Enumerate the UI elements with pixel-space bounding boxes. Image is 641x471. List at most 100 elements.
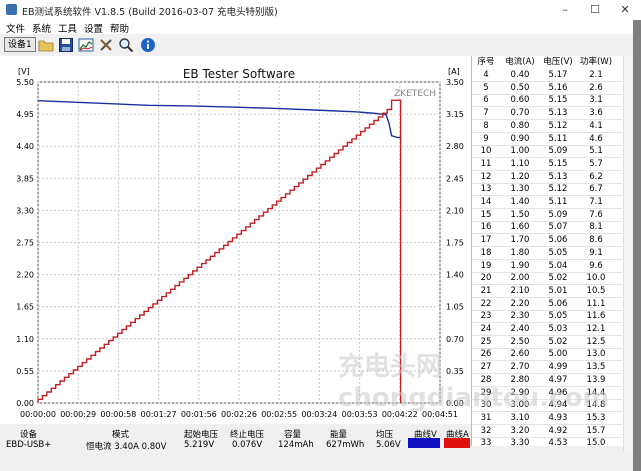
table-row[interactable]: 17 1.70 5.06 8.6 — [472, 235, 622, 248]
left-axis-unit: [V] — [18, 67, 30, 76]
tools-icon[interactable] — [98, 37, 114, 53]
status-label-mode: 模式 — [112, 430, 130, 440]
cell-current: 1.30 — [510, 184, 530, 195]
x-tick-label: 00:01:27 — [141, 410, 177, 419]
y-right-tick-label: 2.80 — [446, 142, 464, 151]
table-row[interactable]: 11 1.10 5.15 5.7 — [472, 158, 622, 171]
table-row[interactable]: 20 2.00 5.02 10.0 — [472, 273, 622, 286]
table-row[interactable]: 12 1.20 5.13 6.2 — [472, 171, 622, 184]
cell-power: 6.2 — [589, 171, 603, 182]
table-row[interactable]: 5 0.50 5.16 2.6 — [472, 82, 622, 95]
table-row[interactable]: 6 0.60 5.15 3.1 — [472, 95, 622, 108]
cell-index: 7 — [483, 108, 489, 119]
menu-settings[interactable]: 设置 — [84, 21, 103, 35]
cell-index: 5 — [483, 82, 489, 93]
table-row[interactable]: 23 2.30 5.05 11.6 — [472, 311, 622, 324]
table-row[interactable]: 15 1.50 5.09 7.6 — [472, 209, 622, 222]
cell-power: 7.6 — [589, 209, 603, 220]
status-label-device: 设备 — [20, 430, 38, 440]
device-select-button[interactable]: 设备1 — [4, 37, 36, 52]
y-right-tick-label: 1.40 — [446, 271, 464, 280]
menu-file[interactable]: 文件 — [6, 21, 25, 35]
cell-index: 31 — [480, 412, 492, 423]
table-row[interactable]: 16 1.60 5.07 8.1 — [472, 222, 622, 235]
table-row[interactable]: 14 1.40 5.11 7.1 — [472, 197, 622, 209]
maximize-button[interactable]: ☐ — [580, 0, 610, 20]
cell-index: 32 — [480, 425, 492, 436]
table-row[interactable]: 31 3.10 4.93 15.3 — [472, 412, 622, 425]
y-right-tick-label: 2.45 — [446, 174, 464, 183]
cell-current: 0.80 — [510, 120, 530, 131]
menu-help[interactable]: 帮助 — [110, 21, 129, 35]
cell-index: 20 — [480, 273, 492, 284]
cell-voltage: 5.04 — [548, 260, 568, 271]
cell-current: 1.00 — [510, 146, 530, 157]
cell-voltage: 5.11 — [548, 133, 568, 144]
cell-voltage: 5.07 — [548, 222, 568, 233]
y-right-tick-label: 3.15 — [446, 110, 464, 119]
menu-tools[interactable]: 工具 — [58, 21, 77, 35]
cell-voltage: 5.11 — [548, 197, 568, 207]
table-row[interactable]: 33 3.30 4.53 15.0 — [472, 438, 622, 446]
y-left-tick-label: 0.55 — [16, 367, 34, 376]
table-row[interactable]: 24 2.40 5.03 12.1 — [472, 324, 622, 336]
cell-index: 10 — [480, 146, 492, 157]
cell-index: 12 — [480, 171, 492, 182]
table-row[interactable]: 22 2.20 5.06 11.1 — [472, 298, 622, 311]
x-tick-label: 00:02:26 — [221, 410, 257, 419]
cell-voltage: 5.03 — [548, 324, 568, 334]
cell-index: 14 — [480, 197, 492, 207]
cell-current: 0.70 — [510, 108, 530, 119]
cell-power: 3.6 — [589, 108, 603, 119]
menu-system[interactable]: 系统 — [32, 21, 51, 35]
chart-title: EB Tester Software — [183, 67, 295, 81]
chart-icon[interactable] — [78, 37, 94, 53]
cell-power: 10.5 — [586, 285, 606, 296]
table-row[interactable]: 9 0.90 5.11 4.6 — [472, 133, 622, 146]
cell-voltage: 4.92 — [548, 425, 568, 436]
zoom-icon[interactable] — [118, 37, 134, 53]
cell-power: 9.6 — [589, 260, 603, 271]
table-row[interactable]: 13 1.30 5.12 6.7 — [472, 184, 622, 197]
cell-current: 0.50 — [510, 82, 530, 93]
table-row[interactable]: 7 0.70 5.13 3.6 — [472, 108, 622, 121]
y-left-tick-label: 4.95 — [16, 110, 34, 119]
y-left-tick-label: 2.20 — [16, 271, 34, 280]
cell-current: 1.80 — [510, 247, 530, 258]
curve-v-color[interactable] — [408, 438, 440, 448]
cell-voltage: 5.09 — [548, 209, 568, 220]
cell-power: 5.7 — [589, 158, 603, 169]
y-left-tick-label: 5.50 — [16, 78, 34, 87]
header-power: 功率(W) — [579, 57, 613, 67]
cell-index: 19 — [480, 260, 492, 271]
y-right-tick-label: 1.05 — [446, 303, 464, 312]
y-left-tick-label: 1.10 — [16, 335, 34, 344]
cell-voltage: 5.02 — [548, 273, 568, 284]
close-button[interactable]: ✕ — [610, 0, 640, 20]
cell-current: 3.10 — [510, 412, 530, 423]
status-startv: 5.219V — [184, 440, 215, 450]
curve-a-color[interactable] — [444, 438, 470, 448]
cell-power: 8.1 — [589, 222, 603, 233]
cell-voltage: 5.13 — [548, 108, 568, 119]
info-icon[interactable] — [140, 37, 156, 53]
cell-index: 24 — [480, 324, 492, 334]
table-row[interactable]: 19 1.90 5.04 9.6 — [472, 260, 622, 273]
minimize-button[interactable]: – — [550, 0, 580, 20]
table-row[interactable]: 32 3.20 4.92 15.7 — [472, 425, 622, 438]
status-label-endv: 终止电压 — [230, 430, 265, 440]
table-row[interactable]: 4 0.40 5.17 2.1 — [472, 70, 622, 82]
save-icon[interactable] — [58, 37, 74, 53]
cell-voltage: 5.12 — [548, 184, 568, 195]
cell-power: 11.1 — [586, 298, 606, 309]
table-row[interactable]: 18 1.80 5.05 9.1 — [472, 247, 622, 260]
cell-voltage: 5.15 — [548, 158, 568, 169]
y-right-tick-label: 2.10 — [446, 206, 464, 215]
cell-index: 4 — [483, 70, 489, 80]
x-tick-label: 00:03:24 — [301, 410, 337, 419]
cell-voltage: 5.16 — [548, 82, 568, 93]
table-row[interactable]: 21 2.10 5.01 10.5 — [472, 285, 622, 298]
table-row[interactable]: 8 0.80 5.12 4.1 — [472, 120, 622, 133]
table-row[interactable]: 10 1.00 5.09 5.1 — [472, 146, 622, 159]
folder-icon[interactable] — [38, 37, 54, 53]
